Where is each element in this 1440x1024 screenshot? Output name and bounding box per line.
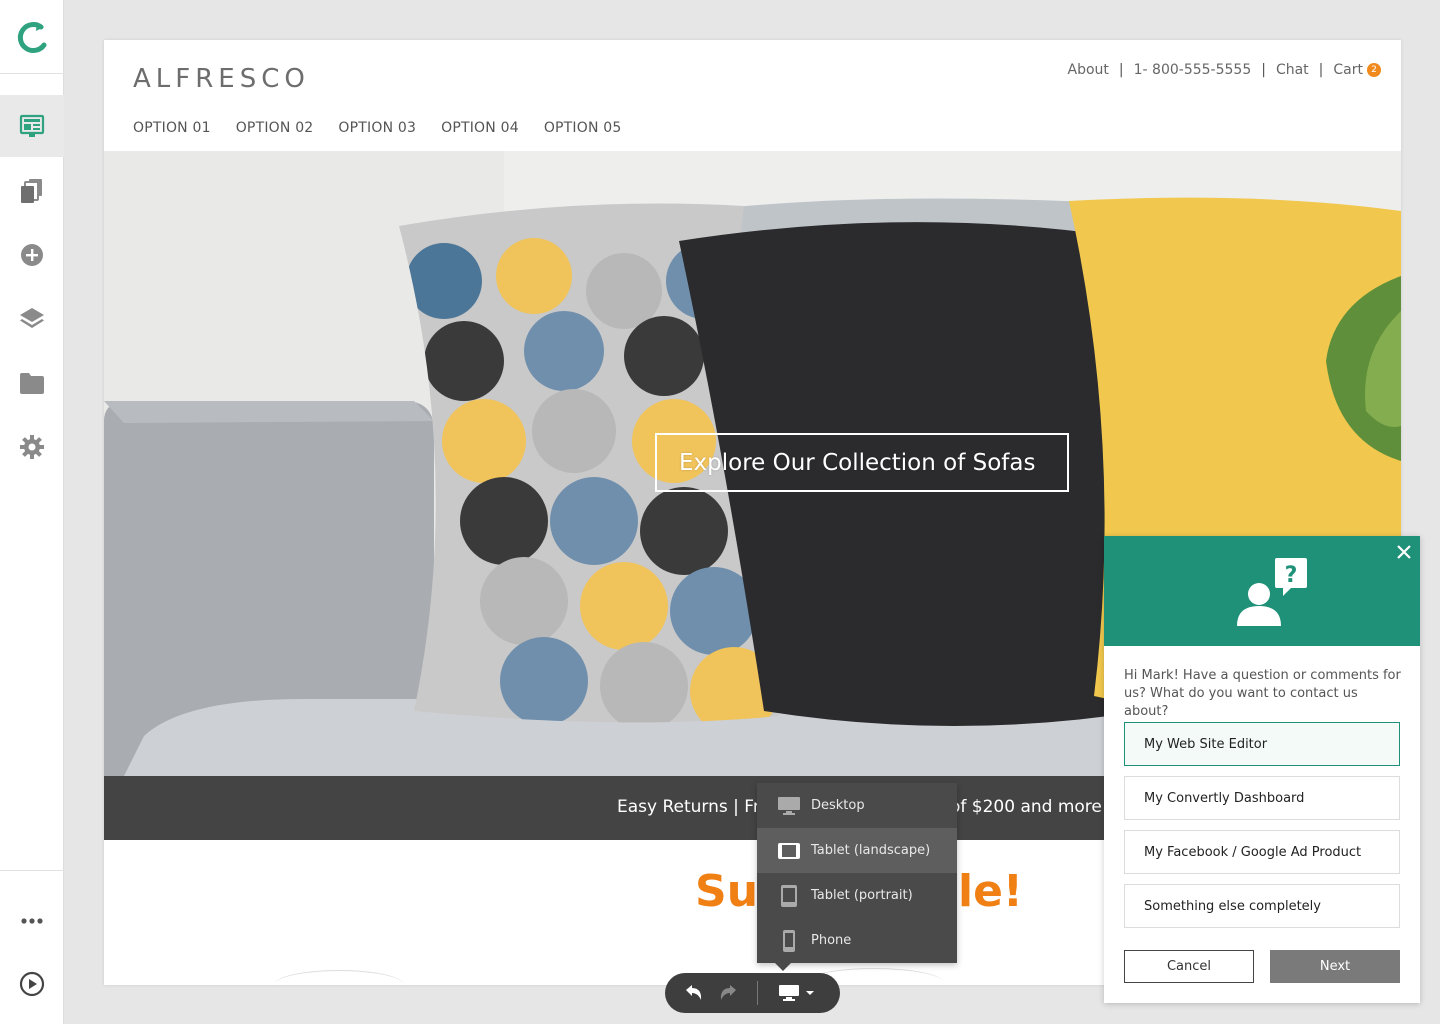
support-person-icon: ? <box>1237 558 1307 626</box>
nav-option-02[interactable]: OPTION 02 <box>236 120 314 136</box>
contact-option-facebook-google-ad[interactable]: My Facebook / Google Ad Product <box>1124 830 1400 874</box>
undo-icon <box>686 985 702 1000</box>
sidebar-item-add[interactable] <box>0 224 64 286</box>
svg-text:?: ? <box>1285 563 1298 588</box>
redo-button[interactable] <box>717 981 741 1005</box>
contact-option-something-else[interactable]: Something else completely <box>1124 884 1400 928</box>
device-selector-button[interactable] <box>775 981 819 1005</box>
chevron-down-icon <box>806 991 814 995</box>
phone-icon <box>777 929 801 953</box>
promo-text-right: of $200 and more <box>950 797 1102 817</box>
nav-option-03[interactable]: OPTION 03 <box>338 120 416 136</box>
link-separator: | <box>1118 62 1124 78</box>
app-logo-icon <box>17 21 47 53</box>
device-option-label: Tablet (portrait) <box>811 888 913 903</box>
device-option-label: Phone <box>811 933 852 948</box>
page-editor-icon <box>19 114 45 137</box>
sidebar-item-more[interactable] <box>0 890 64 952</box>
folder-icon <box>20 373 44 394</box>
sidebar-item-settings[interactable] <box>0 416 64 478</box>
sale-heading-right: le! <box>958 866 1023 917</box>
site-logo[interactable]: ALFRESCO <box>133 64 310 94</box>
contact-option-convertly-dashboard[interactable]: My Convertly Dashboard <box>1124 776 1400 820</box>
hero-cta-button[interactable]: Explore Our Collection of Sofas <box>655 433 1069 492</box>
tablet-landscape-icon <box>777 839 801 863</box>
promo-text-left: Easy Returns | Fr <box>617 797 760 817</box>
about-link[interactable]: About <box>1068 62 1109 78</box>
app-logo[interactable] <box>0 0 64 74</box>
device-option-desktop[interactable]: Desktop <box>757 783 957 828</box>
product-image-partial <box>274 970 404 985</box>
undo-button[interactable] <box>681 981 705 1005</box>
device-option-label: Tablet (landscape) <box>811 843 931 858</box>
chat-link[interactable]: Chat <box>1276 62 1309 78</box>
site-top-links: About | 1- 800-555-5555 | Chat | Cart 2 <box>1068 62 1381 78</box>
nav-option-01[interactable]: OPTION 01 <box>133 120 211 136</box>
desktop-icon <box>779 985 799 1001</box>
contact-widget-header: ? <box>1104 536 1420 646</box>
contact-widget: ? Hi Mark! Have a question or comments f… <box>1104 536 1420 1003</box>
device-option-label: Desktop <box>811 798 865 813</box>
tablet-portrait-icon <box>777 884 801 908</box>
cart-count-badge: 2 <box>1367 63 1381 77</box>
settings-icon <box>20 435 44 459</box>
more-icon <box>21 918 43 924</box>
sidebar-item-preview[interactable] <box>0 953 64 1015</box>
device-option-phone[interactable]: Phone <box>757 918 957 963</box>
contact-widget-message: Hi Mark! Have a question or comments for… <box>1124 668 1401 719</box>
add-icon <box>21 244 43 266</box>
redo-icon <box>720 985 736 1000</box>
sidebar-item-pages[interactable] <box>0 160 64 222</box>
contact-option-web-site-editor[interactable]: My Web Site Editor <box>1124 722 1400 766</box>
nav-option-04[interactable]: OPTION 04 <box>441 120 519 136</box>
sidebar-divider <box>0 870 64 871</box>
link-separator: | <box>1318 62 1324 78</box>
left-sidebar <box>0 0 64 1024</box>
close-icon[interactable] <box>1396 544 1412 560</box>
pages-icon <box>21 179 42 203</box>
link-separator: | <box>1261 62 1266 78</box>
next-button[interactable]: Next <box>1270 950 1400 983</box>
sale-heading-left: Su <box>695 866 759 917</box>
site-nav: OPTION 01 OPTION 02 OPTION 03 OPTION 04 … <box>133 120 647 136</box>
device-preview-menu: Desktop Tablet (landscape) Tablet (portr… <box>757 783 957 971</box>
sidebar-item-page-editor[interactable] <box>0 95 64 157</box>
layers-icon <box>20 308 44 328</box>
sidebar-item-files[interactable] <box>0 352 64 414</box>
cancel-button[interactable]: Cancel <box>1124 950 1254 983</box>
editor-toolbar <box>665 973 840 1013</box>
sidebar-item-layers[interactable] <box>0 288 64 350</box>
preview-play-icon <box>19 971 45 997</box>
device-option-tablet-landscape[interactable]: Tablet (landscape) <box>757 828 957 873</box>
cart-link[interactable]: Cart 2 <box>1333 62 1381 78</box>
device-option-tablet-portrait[interactable]: Tablet (portrait) <box>757 873 957 918</box>
phone-link[interactable]: 1- 800-555-5555 <box>1134 62 1252 78</box>
desktop-icon <box>777 794 801 818</box>
nav-option-05[interactable]: OPTION 05 <box>544 120 622 136</box>
toolbar-divider <box>757 981 758 1005</box>
cart-label: Cart <box>1333 62 1363 78</box>
